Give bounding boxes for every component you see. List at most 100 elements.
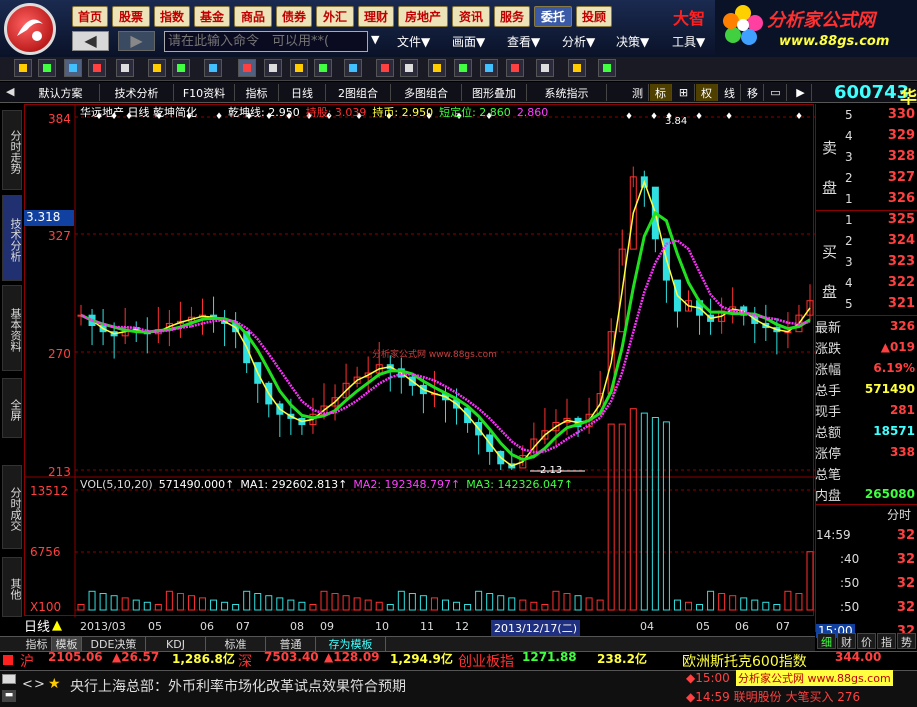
tab-7[interactable]: 图形叠加	[462, 84, 527, 101]
stop-icon[interactable]	[238, 59, 256, 77]
news-next-icon[interactable]: >	[34, 677, 45, 692]
month-label-13: 07	[776, 620, 790, 633]
tick-tab-2[interactable]: 价	[857, 633, 876, 649]
news-prev-icon[interactable]: <	[22, 677, 33, 692]
menu-dropdown-5[interactable]: 工具▼	[672, 33, 705, 50]
menu-2[interactable]: 指数	[154, 6, 190, 27]
tool-tab-4[interactable]: 线	[719, 84, 741, 101]
period-mode[interactable]: 日线 ▲	[24, 618, 62, 635]
tab-4[interactable]: 日线	[279, 84, 326, 101]
tool-tab-6[interactable]: ▭	[765, 84, 787, 101]
menu-0[interactable]: 首页	[72, 6, 108, 27]
ticker-item-4: 深	[238, 654, 252, 670]
key-icon[interactable]	[598, 59, 616, 77]
command-input[interactable]	[164, 31, 368, 52]
menu-7[interactable]: 理财	[358, 6, 394, 27]
menu-dropdown-2[interactable]: 查看▼	[507, 33, 540, 50]
bottom-tab-5[interactable]: 普通	[266, 637, 316, 651]
alert-big-buy[interactable]: ◆14:59 联明股份 大笔买入 276	[686, 688, 860, 705]
draw-icon[interactable]	[204, 59, 222, 77]
tab-8[interactable]: 系统指示	[527, 84, 607, 101]
angle-icon[interactable]	[454, 59, 472, 77]
chart2-icon[interactable]	[568, 59, 586, 77]
menu-5[interactable]: 债券	[276, 6, 312, 27]
tab-scroll-left-icon[interactable]: ◀	[6, 85, 14, 98]
menu-9[interactable]: 资讯	[452, 6, 490, 27]
news-headline[interactable]: 央行上海总部：外币利率市场化改革试点效果符合预期	[70, 676, 406, 696]
ticker-item-10: 238.2亿	[597, 652, 647, 666]
tick-time-3: :50	[840, 600, 860, 614]
command-dropdown-icon[interactable]: ▼	[371, 33, 379, 46]
vol-legend-item-2: MA1: 292602.813↑	[240, 478, 348, 491]
menu-4[interactable]: 商品	[234, 6, 272, 27]
text-icon[interactable]	[480, 59, 498, 77]
tick-tab-1[interactable]: 财	[837, 633, 856, 649]
bottom-tab-1[interactable]: 模板	[52, 637, 82, 651]
tab-3[interactable]: 指标	[235, 84, 279, 101]
bottom-tab-0[interactable]: 指标	[22, 637, 52, 651]
bottom-tab-3[interactable]: KDJ	[146, 637, 206, 651]
menu-1[interactable]: 股票	[112, 6, 150, 27]
tick-tab-0[interactable]: 细	[817, 633, 836, 649]
bars2-icon[interactable]	[314, 59, 332, 77]
side-tab-1[interactable]: 技术分析	[2, 195, 22, 281]
menu-10[interactable]: 服务	[494, 6, 530, 27]
stat-label-5: 总额	[815, 426, 842, 441]
menu-dropdown-3[interactable]: 分析▼	[562, 33, 595, 50]
candle-icon[interactable]	[14, 59, 32, 77]
bottom-tab-4[interactable]: 标准	[206, 637, 266, 651]
doc-icon[interactable]	[506, 59, 524, 77]
bottom-tab-2[interactable]: DDE决策	[82, 637, 146, 651]
dots-icon[interactable]	[264, 59, 282, 77]
forward-button[interactable]: ▶	[118, 31, 155, 51]
tab-5[interactable]: 2图组合	[326, 84, 391, 101]
tab-6[interactable]: 多图组合	[391, 84, 462, 101]
cursor-icon[interactable]	[172, 59, 190, 77]
pen-icon[interactable]	[376, 59, 394, 77]
grid-icon[interactable]	[64, 59, 82, 77]
side-tab-3[interactable]: 全屏	[2, 378, 22, 438]
bell-icon[interactable]	[344, 59, 362, 77]
mail-icon[interactable]	[2, 674, 16, 684]
menu-3[interactable]: 基金	[194, 6, 230, 27]
box-icon[interactable]	[116, 59, 134, 77]
side-tab-2[interactable]: 基本资料	[2, 285, 22, 371]
image-icon[interactable]	[400, 59, 418, 77]
tool-tab-3[interactable]: 权	[696, 84, 718, 101]
tab-2[interactable]: F10资料	[174, 84, 235, 101]
msg-icon[interactable]	[536, 59, 554, 77]
side-tab-5[interactable]: 其他	[2, 557, 22, 617]
tick-tab-3[interactable]: 指	[877, 633, 896, 649]
line-icon[interactable]	[428, 59, 446, 77]
tab-0[interactable]: 默认方案	[22, 84, 100, 101]
tool-tab-7[interactable]: ▶	[790, 84, 812, 101]
menu-11[interactable]: 委托	[534, 6, 572, 27]
month-label-8: 12	[455, 620, 469, 633]
move-icon[interactable]	[148, 59, 166, 77]
tool-tab-0[interactable]: 测	[627, 84, 649, 101]
side-tab-0[interactable]: 分时走势	[2, 110, 22, 190]
tab-1[interactable]: 技术分析	[100, 84, 174, 101]
kline-chart[interactable]: ♦ ♦ ♦ ♦ ♦ ♦ ♦ ♦ ♦ ♦ ♦ ♦ ♦ ♦ ♦ ♦ ♦ ♦ ♦ ♦ ♦ ♦	[24, 104, 815, 617]
bars-icon[interactable]	[290, 59, 308, 77]
tool-tab-2[interactable]: ⊞	[673, 84, 695, 101]
menu-12[interactable]: 投顾	[576, 6, 612, 27]
tick-price-2: 32	[896, 576, 915, 591]
month-label-1: 05	[148, 620, 162, 633]
chart-icon[interactable]	[38, 59, 56, 77]
tool-tab-5[interactable]: 移	[742, 84, 764, 101]
menu-6[interactable]: 外汇	[316, 6, 354, 27]
tool-tab-1[interactable]: 标	[650, 84, 672, 101]
menu-8[interactable]: 房地产	[398, 6, 448, 27]
bottom-tab-6[interactable]: 存为模板	[316, 637, 386, 651]
tick-tab-4[interactable]: 势	[897, 633, 916, 649]
menu-dropdown-4[interactable]: 决策▼	[616, 33, 649, 50]
menu-dropdown-1[interactable]: 画面▼	[452, 33, 485, 50]
menu-dropdown-0[interactable]: 文件▼	[397, 33, 430, 50]
side-tab-4[interactable]: 分时成交	[2, 465, 22, 549]
back-button[interactable]: ◀	[72, 31, 109, 51]
alert-time: ◆15:00	[686, 671, 730, 685]
ticker-item-6: ▲128.09	[324, 650, 380, 664]
minimize-icon[interactable]: ▬	[2, 690, 16, 702]
rsi-icon[interactable]	[88, 59, 106, 77]
